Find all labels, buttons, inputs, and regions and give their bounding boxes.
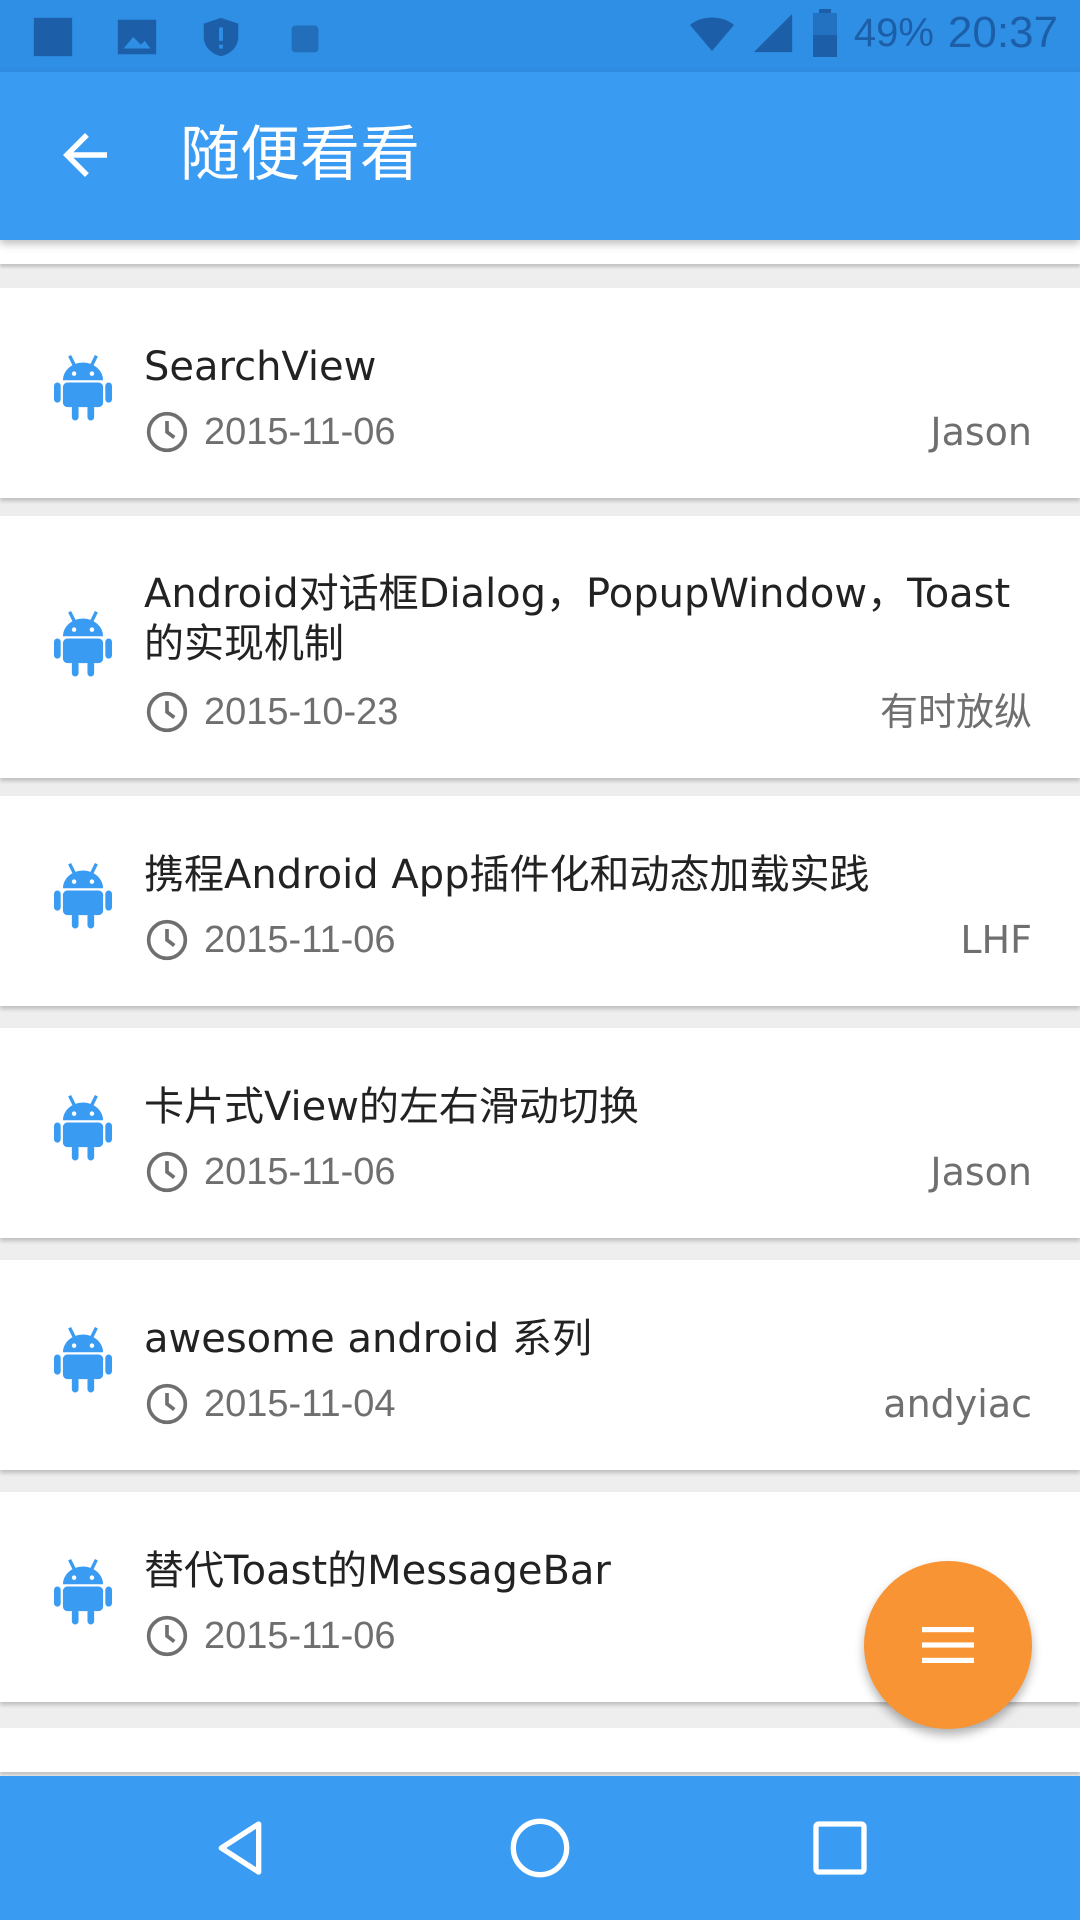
menu-fab-button[interactable] — [864, 1561, 1032, 1729]
article-date: 2015-11-04 — [204, 1383, 396, 1425]
battery-percent: 49% — [853, 10, 934, 55]
article-title: 携程Android App插件化和动态加载实践 — [144, 852, 870, 898]
shield-icon — [203, 17, 239, 57]
android-icon — [54, 1559, 112, 1625]
clock-icon — [146, 919, 188, 961]
article-date: 2015-10-23 — [204, 691, 399, 733]
android-icon — [54, 611, 112, 677]
status-bar: 49% 20:37 — [0, 0, 1080, 72]
article-card[interactable]: Android对话框Dialog，PopupWindow，Toast的实现机制 … — [0, 516, 1080, 778]
clock-time: 20:37 — [947, 8, 1058, 57]
notification-icon — [33, 17, 73, 57]
nav-home-icon[interactable] — [508, 1816, 572, 1880]
clock-icon — [146, 1151, 188, 1193]
article-title: 卡片式View的左右滑动切换 — [144, 1084, 639, 1130]
article-card[interactable]: 卡片式View的左右滑动切换 2015-11-06 Jason — [0, 1028, 1080, 1238]
article-author: Jason — [930, 410, 1032, 454]
next-card-edge — [0, 1728, 1080, 1772]
article-card[interactable]: 携程Android App插件化和动态加载实践 2015-11-06 LHF — [0, 796, 1080, 1006]
app-bar: 随便看看 — [0, 72, 1080, 240]
article-card[interactable]: SearchView 2015-11-06 Jason — [0, 288, 1080, 498]
wifi-icon — [689, 17, 734, 51]
nav-back-icon[interactable] — [208, 1816, 272, 1880]
image-icon — [117, 19, 157, 55]
clock-icon — [146, 691, 188, 733]
android-icon — [291, 25, 319, 53]
article-author: 有时放纵 — [879, 690, 1032, 734]
article-title: SearchView — [144, 344, 377, 390]
battery-icon — [812, 9, 837, 57]
android-icon — [54, 355, 112, 421]
article-date: 2015-11-06 — [204, 411, 396, 453]
article-title: Android对话框Dialog，PopupWindow，Toast的实现机制 — [144, 571, 1011, 667]
system-navigation-bar — [0, 1776, 1080, 1920]
clock-icon — [146, 1615, 188, 1657]
article-date: 2015-11-06 — [204, 1151, 396, 1193]
nav-recents-icon[interactable] — [808, 1816, 872, 1880]
article-author: Jason — [930, 1150, 1032, 1194]
signal-icon — [753, 13, 792, 53]
menu-icon — [922, 1627, 974, 1663]
article-date: 2015-11-06 — [204, 919, 396, 961]
clock-icon — [146, 1383, 188, 1425]
previous-card-edge — [0, 240, 1080, 264]
article-date: 2015-11-06 — [204, 1615, 396, 1657]
page-title: 随便看看 — [180, 120, 420, 190]
android-icon — [54, 863, 112, 929]
article-list[interactable]: SearchView 2015-11-06 Jason Android对话框Di… — [0, 240, 1080, 1776]
article-author: andyiac — [883, 1382, 1032, 1426]
article-title: awesome android 系列 — [144, 1316, 592, 1362]
clock-icon — [146, 411, 188, 453]
android-icon — [54, 1095, 112, 1161]
article-card[interactable]: awesome android 系列 2015-11-04 andyiac — [0, 1260, 1080, 1470]
arrow-left-icon[interactable] — [52, 122, 118, 188]
article-author: LHF — [960, 918, 1032, 962]
android-icon — [54, 1327, 112, 1393]
